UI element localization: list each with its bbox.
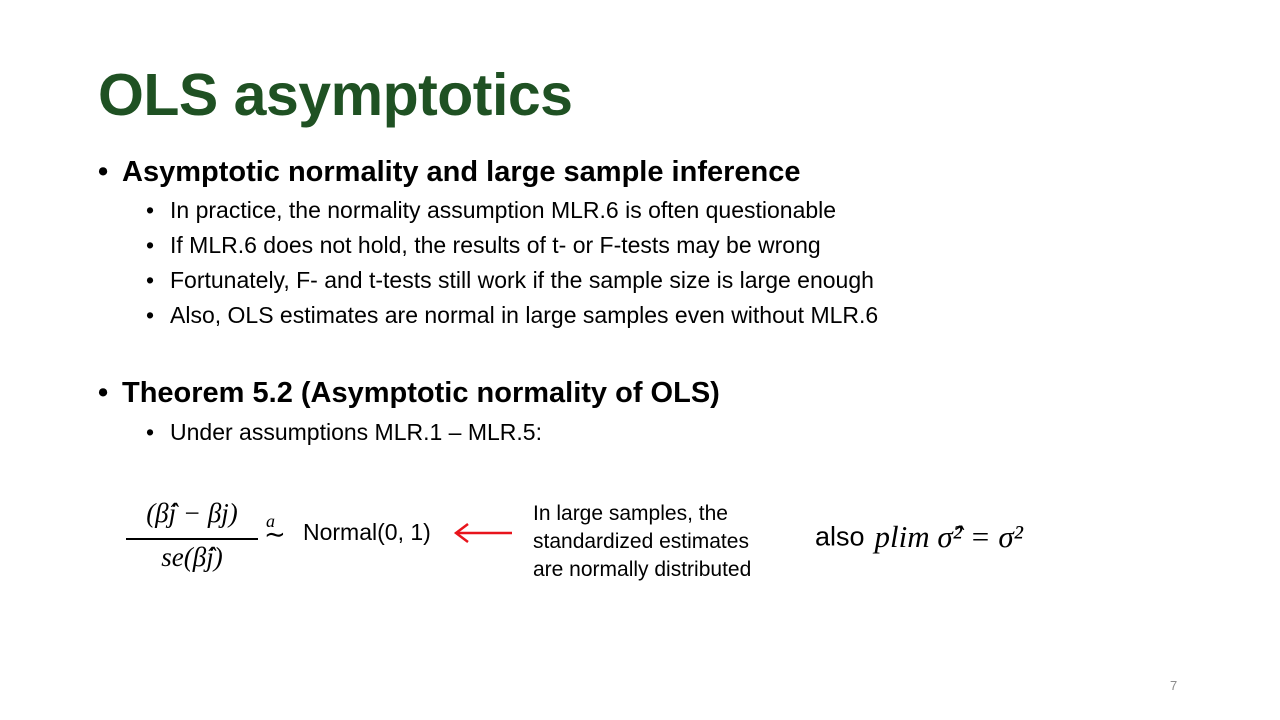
plim-expression: plim σ̂² = σ² xyxy=(874,519,1023,554)
bullet: • xyxy=(98,377,109,409)
slide: OLS asymptotics • Asymptotic normality an… xyxy=(0,0,1280,720)
bullet: • xyxy=(146,197,155,223)
also-word: also xyxy=(815,521,865,552)
left-arrow-icon xyxy=(453,523,512,543)
list-item-text: Fortunately, F- and t-tests still work i… xyxy=(170,267,874,293)
formula-denominator: se(β̂j) xyxy=(161,542,223,572)
list-item: • Also, OLS estimates are normal in large… xyxy=(146,301,878,329)
formula-numerator: (β̂j − βj) xyxy=(146,498,238,528)
annotation-line: are normally distributed xyxy=(533,558,752,581)
list-item: • Fortunately, F- and t-tests still work … xyxy=(146,266,874,294)
annotation-line: In large samples, the xyxy=(533,502,728,525)
plim-statement: also plim σ̂² = σ² xyxy=(815,519,1023,555)
section-heading-text: Theorem 5.2 (Asymptotic normality of OLS… xyxy=(122,377,720,409)
list-item: • In practice, the normality assumption M… xyxy=(146,196,836,224)
slide-title: OLS asymptotics xyxy=(98,62,573,128)
annotation-callout: In large samples, the standardized estim… xyxy=(533,500,751,584)
list-item: • Under assumptions MLR.1 – MLR.5: xyxy=(146,418,542,446)
page-number: 7 xyxy=(1170,678,1178,693)
list-item-text: In practice, the normality assumption ML… xyxy=(170,197,837,223)
list-item-text: Under assumptions MLR.1 – MLR.5: xyxy=(170,419,542,445)
standardized-estimate-formula: (β̂j − βj) se(β̂j) a ∼ xyxy=(124,498,314,588)
bullet: • xyxy=(98,156,109,188)
bullet: • xyxy=(146,232,155,258)
bullet: • xyxy=(146,302,155,328)
section-heading-asymptotic-normality: • Asymptotic normality and large sample i… xyxy=(98,155,800,189)
bullet: • xyxy=(146,267,155,293)
annotation-line: standardized estimates xyxy=(533,530,749,553)
list-item: • If MLR.6 does not hold, the results of … xyxy=(146,231,821,259)
list-item-text: Also, OLS estimates are normal in large … xyxy=(170,302,879,328)
normal-distribution-label: Normal(0, 1) xyxy=(303,519,431,545)
fraction-bar xyxy=(126,538,258,540)
bullet: • xyxy=(146,419,155,445)
list-item-text: If MLR.6 does not hold, the results of t… xyxy=(170,232,821,258)
section-heading-theorem: • Theorem 5.2 (Asymptotic normality of OL… xyxy=(98,376,720,410)
approx-distributed-symbol: ∼ xyxy=(264,520,286,549)
section-heading-text: Asymptotic normality and large sample in… xyxy=(122,156,801,188)
